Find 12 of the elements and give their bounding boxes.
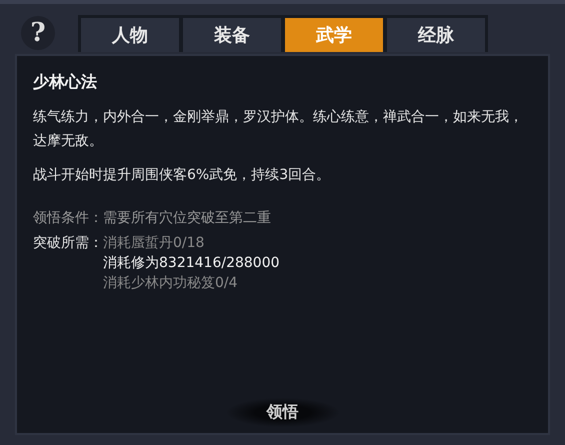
condition-text: 领悟条件：需要所有穴位突破至第二重 — [33, 209, 271, 227]
requirement-item: 消耗蜃蜇丹0/18 — [103, 234, 204, 253]
requirement-item: 消耗修为8321416/288000 — [103, 254, 280, 273]
requirements-label: 突破所需： — [33, 234, 103, 253]
tab[interactable]: 装备 — [183, 18, 281, 52]
skill-title: 少林心法 — [33, 72, 97, 93]
tab[interactable]: 人物 — [81, 18, 179, 52]
help-button[interactable]: ? — [21, 16, 55, 50]
skill-description: 练气练力，内外合一，金刚举鼎，罗汉护体。练心练意，禅武合一，如来无我，达摩无敌。 — [33, 108, 524, 151]
skill-effect: 战斗开始时提升周围侠客6%武免，持续3回合。 — [33, 166, 332, 185]
tab[interactable]: 经脉 — [387, 18, 485, 52]
requirement-item: 消耗少林内功秘笈0/4 — [103, 274, 238, 293]
